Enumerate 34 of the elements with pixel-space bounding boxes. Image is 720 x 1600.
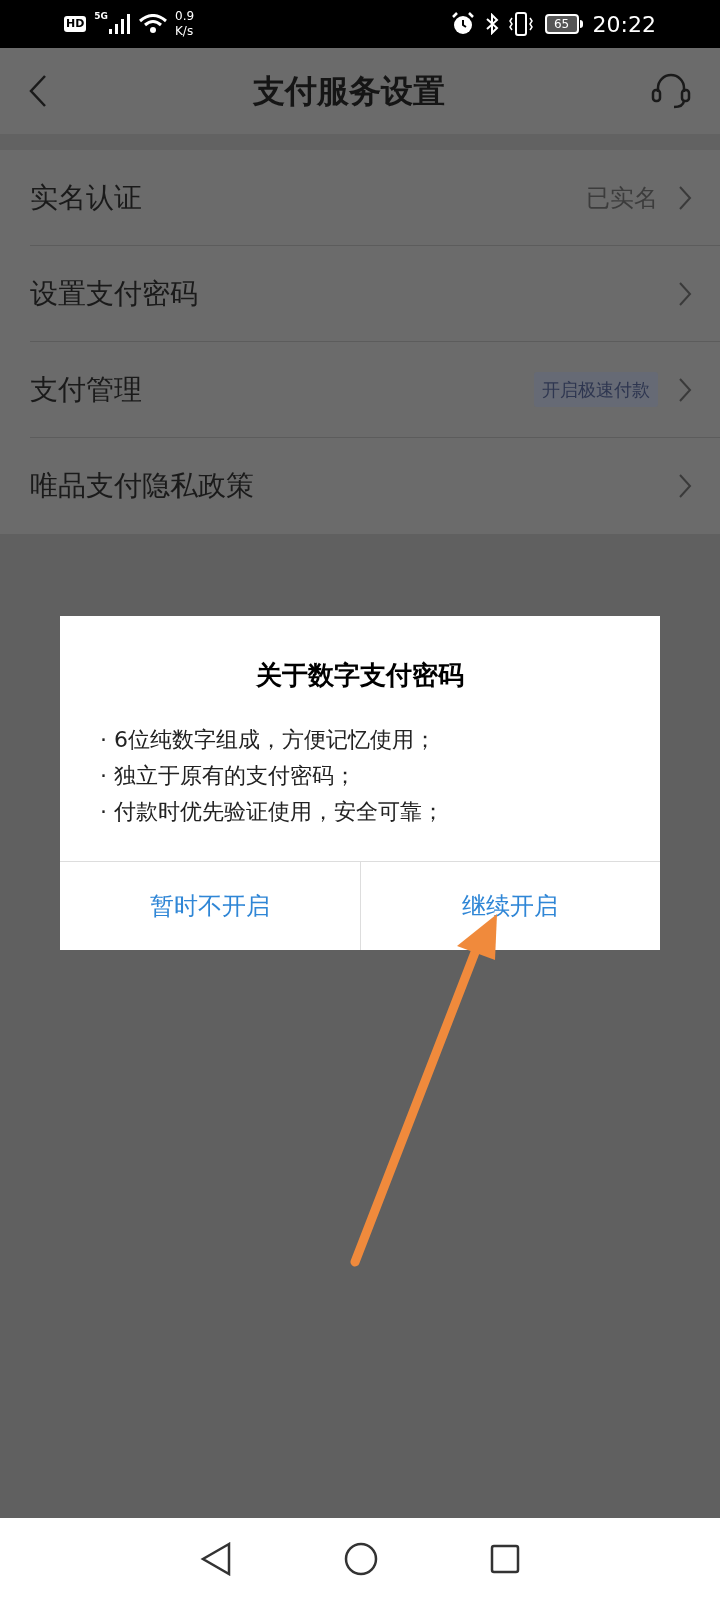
home-nav-icon[interactable]: [344, 1542, 378, 1576]
clock: 20:22: [592, 10, 656, 39]
hd-indicator: HD: [64, 16, 87, 32]
dialog-button[interactable]: 暂时不开启: [60, 862, 360, 950]
recents-nav-icon[interactable]: [490, 1544, 520, 1574]
page-title: 支付服务设置: [252, 71, 446, 112]
dialog-bullet-text: · 独立于原有的支付密码；: [100, 762, 357, 790]
chevron-right-icon: [678, 376, 692, 403]
vibrate-icon: [506, 12, 535, 36]
back-nav-icon[interactable]: [200, 1542, 232, 1576]
speed-unit: K/s: [175, 24, 195, 39]
chevron-right-icon: [678, 184, 692, 211]
network-type: 5G: [94, 10, 108, 23]
settings-row[interactable]: 唯品支付隐私政策: [30, 438, 720, 534]
row-label: 支付管理: [30, 371, 143, 408]
wifi-icon: [139, 14, 167, 34]
headset-icon[interactable]: [650, 72, 692, 110]
bluetooth-icon: [484, 13, 499, 35]
settings-row[interactable]: 设置支付密码: [30, 246, 720, 342]
chevron-right-icon: [678, 473, 692, 499]
signal-icon: [109, 14, 131, 34]
row-label: 设置支付密码: [30, 275, 199, 312]
dialog-title: 关于数字支付密码: [255, 659, 465, 692]
network-speed: 0.9: [175, 9, 195, 24]
row-label: 唯品支付隐私政策: [30, 468, 255, 504]
dialog-bullet-text: · 6位纯数字组成，方便记忆使用；: [100, 726, 437, 754]
speed-pay-tag: 开启极速付款: [534, 372, 658, 407]
back-icon[interactable]: [28, 74, 48, 108]
settings-row[interactable]: 支付管理 开启极速付款: [30, 342, 720, 438]
row-label: 实名认证: [30, 179, 143, 216]
battery-indicator: 65: [544, 14, 583, 34]
alarm-icon: [450, 12, 475, 36]
dialog-bullet-text: · 付款时优先验证使用，安全可靠；: [100, 798, 445, 826]
chevron-right-icon: [678, 280, 692, 307]
